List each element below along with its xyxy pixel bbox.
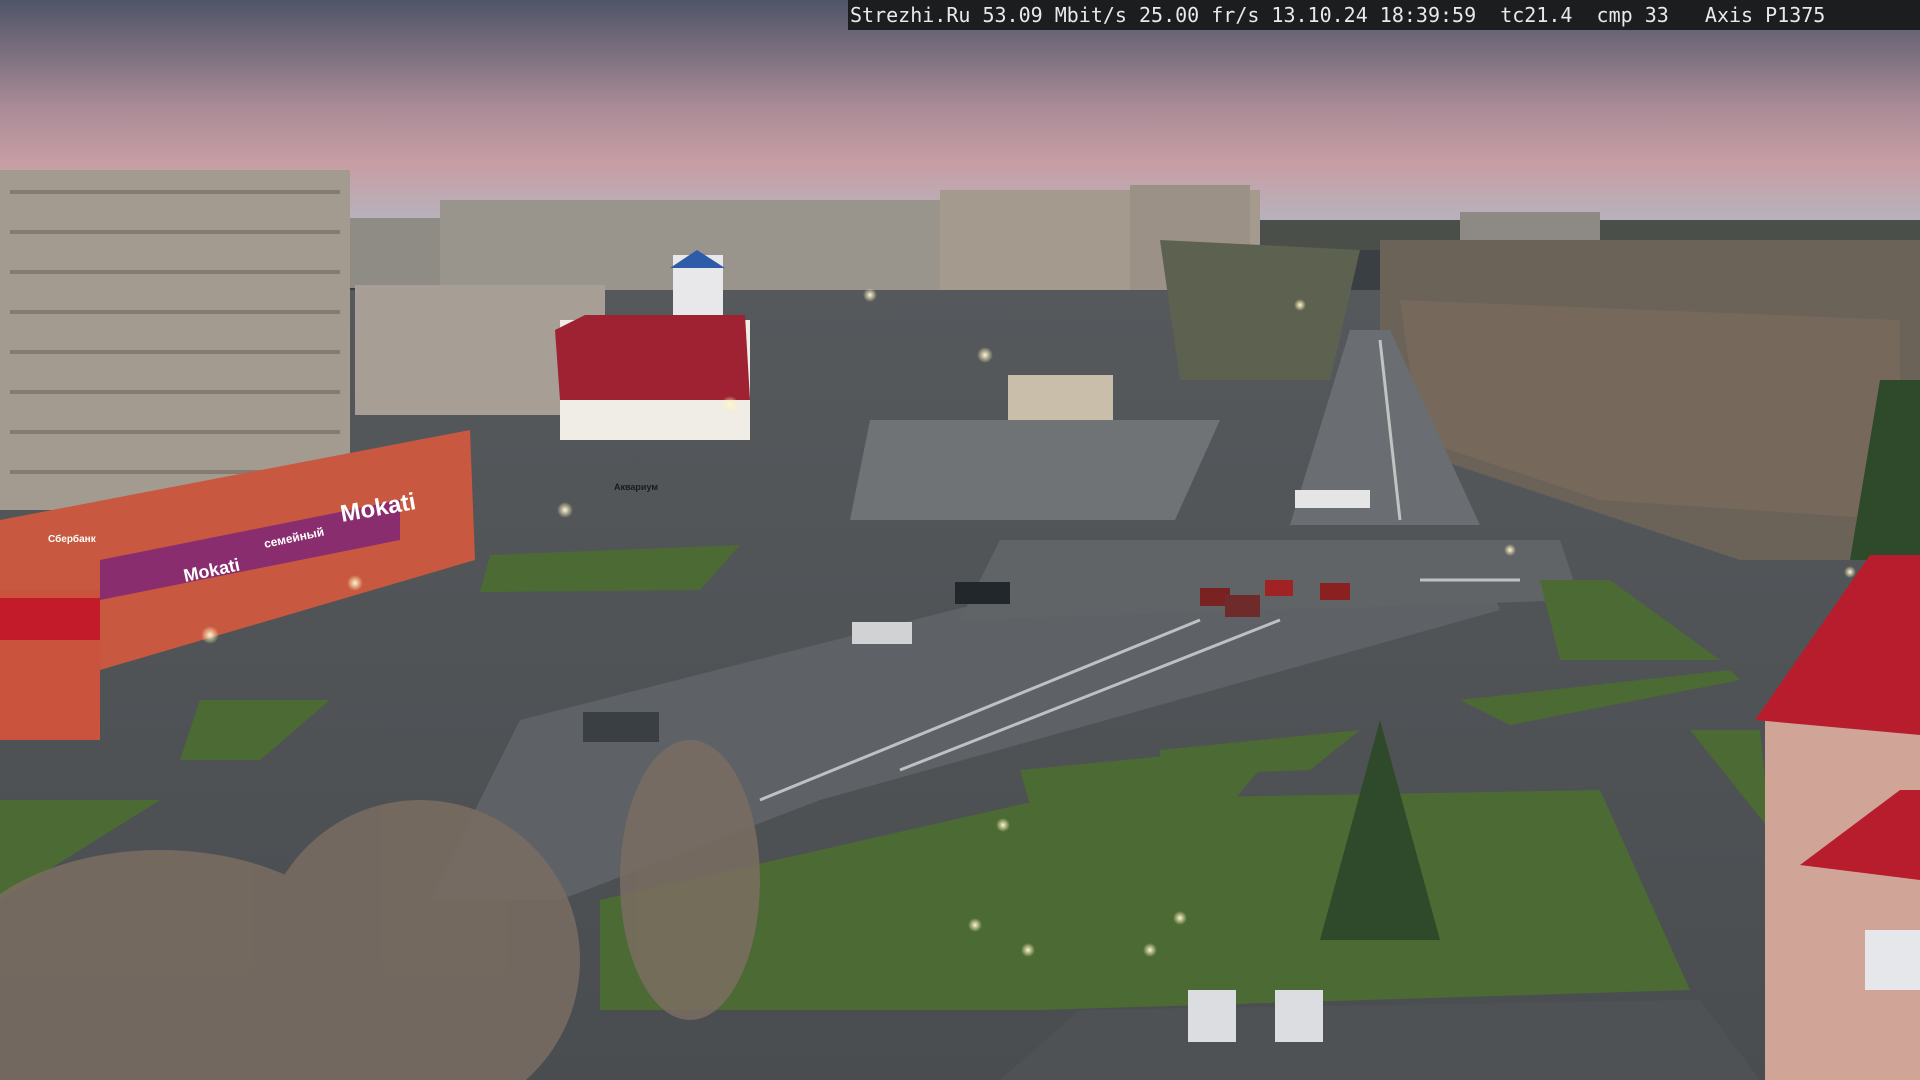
bank-sign: Сбербанк [48,533,97,545]
low-building-center [1008,375,1113,420]
central-plaza [850,420,1220,520]
kiosk-sign: Аквариум [614,482,658,492]
city-scene: Mokati Mokati семейный Сбербанк Аквариум [0,0,1920,1080]
forecourt [1000,1000,1760,1080]
webcam-frame: Mokati Mokati семейный Сбербанк Аквариум… [0,0,1920,1080]
apartment-block-left [0,170,350,510]
tree-park-center [1160,240,1360,380]
camera-overlay-text: Strezhi.Ru 53.09 Mbit/s 25.00 fr/s 13.10… [848,0,1920,30]
red-roof [555,315,750,400]
